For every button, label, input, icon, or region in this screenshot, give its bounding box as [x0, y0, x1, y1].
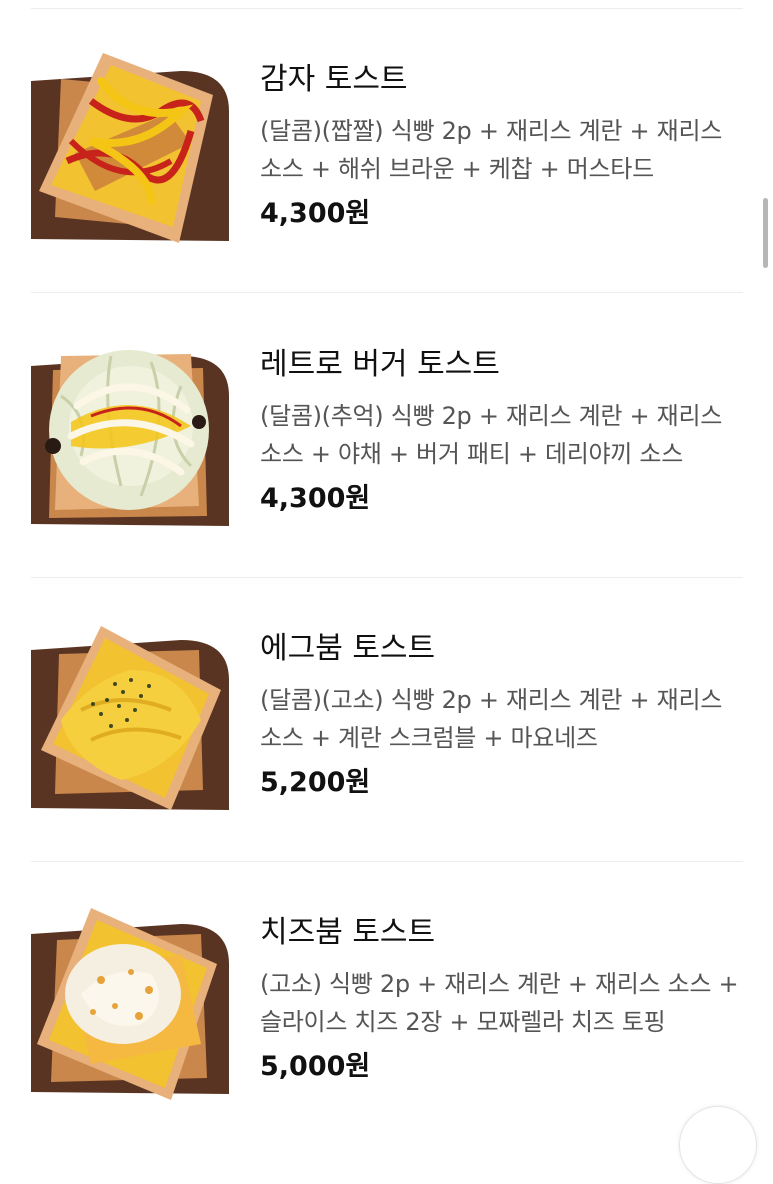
scrollbar[interactable]	[763, 198, 768, 268]
menu-item-name: 레트로 버거 토스트	[260, 347, 500, 382]
menu-item-price: 5,200원	[260, 767, 371, 798]
menu-item-retro-burger-toast[interactable]: 레트로 버거 토스트 (달콤)(추억) 식빵 2p + 재리스 계란 + 재리스…	[0, 293, 773, 578]
menu-item-name: 치즈붐 토스트	[260, 915, 436, 950]
menu-item-price: 4,300원	[260, 198, 371, 229]
menu-item-price: 4,300원	[260, 483, 371, 514]
menu-item-potato-toast[interactable]: 감자 토스트 (달콤)(짭짤) 식빵 2p + 재리스 계란 + 재리스 소스 …	[0, 8, 773, 293]
menu-item-name: 감자 토스트	[260, 62, 408, 97]
menu-item-description: (달콤)(고소) 식빵 2p + 재리스 계란 + 재리스 소스 + 계란 스크…	[260, 686, 722, 752]
potato-toast-image	[31, 41, 229, 259]
menu-item-text: 감자 토스트 (달콤)(짭짤) 식빵 2p + 재리스 계란 + 재리스 소스 …	[260, 58, 740, 236]
menu-item-name: 에그붐 토스트	[260, 631, 436, 666]
menu-item-description: (달콤)(추억) 식빵 2p + 재리스 계란 + 재리스 소스 + 야채 + …	[260, 402, 722, 468]
menu-item-cheese-boom-toast[interactable]: 치즈붐 토스트 (고소) 식빵 2p + 재리스 계란 + 재리스 소스 + 슬…	[0, 861, 773, 1146]
menu-item-egg-boom-toast[interactable]: 에그붐 토스트 (달콤)(고소) 식빵 2p + 재리스 계란 + 재리스 소스…	[0, 577, 773, 862]
cheese-boom-toast-image	[31, 894, 229, 1112]
menu-item-text: 레트로 버거 토스트 (달콤)(추억) 식빵 2p + 재리스 계란 + 재리스…	[260, 343, 740, 521]
menu-item-price: 5,000원	[260, 1051, 371, 1082]
menu-item-text: 에그붐 토스트 (달콤)(고소) 식빵 2p + 재리스 계란 + 재리스 소스…	[260, 627, 740, 805]
egg-boom-toast-image	[31, 610, 229, 828]
menu-item-description: (고소) 식빵 2p + 재리스 계란 + 재리스 소스 + 슬라이스 치즈 2…	[260, 970, 739, 1036]
floating-circle-button[interactable]	[679, 1106, 757, 1184]
menu-item-description: (달콤)(짭짤) 식빵 2p + 재리스 계란 + 재리스 소스 + 해쉬 브라…	[260, 117, 722, 183]
retro-burger-toast-image	[31, 326, 229, 544]
menu-item-text: 치즈붐 토스트 (고소) 식빵 2p + 재리스 계란 + 재리스 소스 + 슬…	[260, 911, 740, 1089]
